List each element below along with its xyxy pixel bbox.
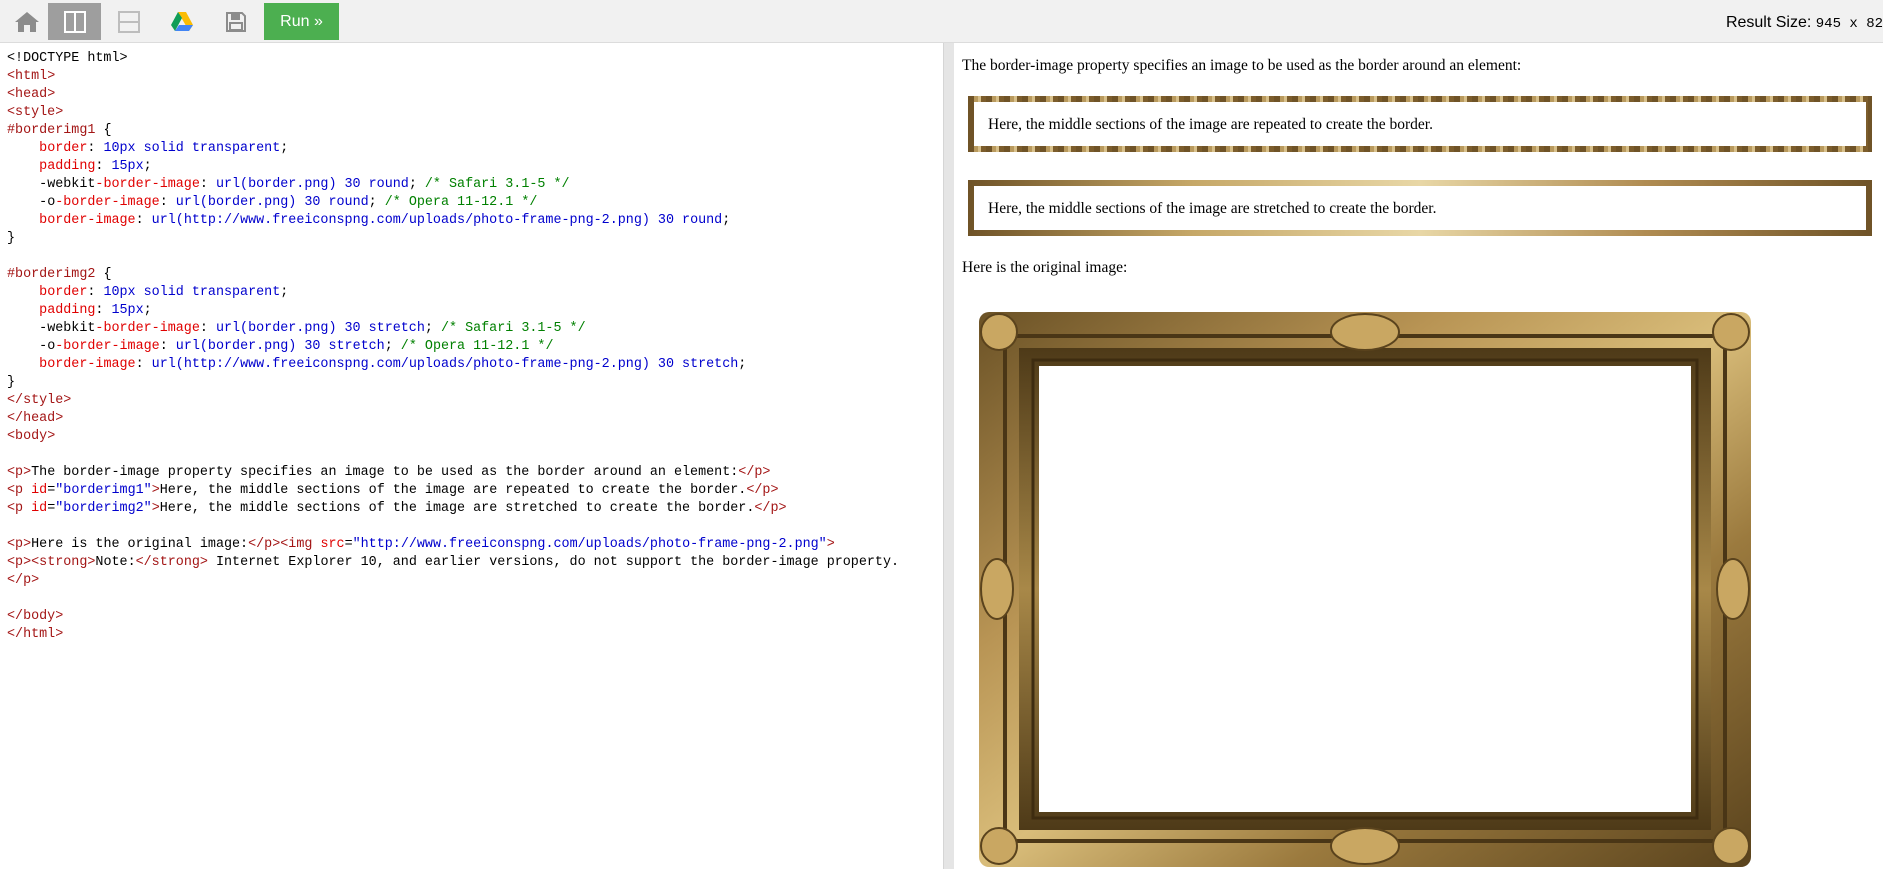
code-line[interactable]: #borderimg2 { <box>7 266 899 284</box>
save-icon <box>225 11 246 32</box>
code-line[interactable] <box>7 446 899 464</box>
border-box-stretch-text: Here, the middle sections of the image a… <box>988 200 1437 217</box>
code-line[interactable]: -webkit-border-image: url(border.png) 30… <box>7 176 899 194</box>
code-line[interactable]: <body> <box>7 428 899 446</box>
code-line[interactable]: border: 10px solid transparent; <box>7 140 899 158</box>
code-line[interactable]: -o-border-image: url(border.png) 30 roun… <box>7 194 899 212</box>
code-line[interactable]: </html> <box>7 626 899 644</box>
border-box-round-text: Here, the middle sections of the image a… <box>988 116 1433 133</box>
layout-vertical-icon <box>63 10 86 33</box>
layout-horizontal-button[interactable] <box>102 3 155 40</box>
home-button[interactable] <box>0 3 53 40</box>
google-drive-button[interactable] <box>155 3 208 40</box>
code-line[interactable] <box>7 590 899 608</box>
layout-vertical-button[interactable] <box>48 3 101 40</box>
code-line[interactable]: <p><strong>Note:</strong> Internet Explo… <box>7 554 899 572</box>
run-button[interactable]: Run » <box>264 3 339 40</box>
code-line[interactable]: <p>The border-image property specifies a… <box>7 464 899 482</box>
result-intro-text: The border-image property specifies an i… <box>962 57 1522 74</box>
code-line[interactable]: </p> <box>7 572 899 590</box>
code-line[interactable]: border-image: url(http://www.freeiconspn… <box>7 212 899 230</box>
code-line[interactable]: </style> <box>7 392 899 410</box>
code-line[interactable]: </body> <box>7 608 899 626</box>
code-line[interactable]: -o-border-image: url(border.png) 30 stre… <box>7 338 899 356</box>
code-line[interactable]: padding: 15px; <box>7 302 899 320</box>
result-size-value: 945 x 82 <box>1815 16 1883 32</box>
photo-frame-image <box>979 312 1751 867</box>
layout-horizontal-icon <box>117 10 140 33</box>
home-icon <box>14 11 39 32</box>
toolbar: Run » Result Size: 945 x 82 <box>0 0 1883 43</box>
pane-splitter[interactable] <box>944 43 954 869</box>
original-frame-image <box>975 306 1755 869</box>
border-image-round-box: Here, the middle sections of the image a… <box>968 96 1872 152</box>
result-pane: The border-image property specifies an i… <box>954 43 1883 869</box>
border-image-stretch-box: Here, the middle sections of the image a… <box>968 180 1872 236</box>
code-line[interactable]: } <box>7 374 899 392</box>
code-editor[interactable]: <!DOCTYPE html> <html> <head> <style> #borde… <box>0 43 944 869</box>
result-size: Result Size: 945 x 82 <box>1726 14 1883 32</box>
code-line[interactable]: border-image: url(http://www.freeiconspn… <box>7 356 899 374</box>
code-line[interactable]: <p>Here is the original image:</p><img s… <box>7 536 899 554</box>
code-line[interactable]: <html> <box>7 68 899 86</box>
code-line[interactable] <box>7 518 899 536</box>
code-line[interactable] <box>7 248 899 266</box>
code-line[interactable]: padding: 15px; <box>7 158 899 176</box>
code-line[interactable]: </head> <box>7 410 899 428</box>
google-drive-icon <box>170 11 193 31</box>
code-line[interactable]: #borderimg1 { <box>7 122 899 140</box>
result-size-label: Result Size: <box>1725 14 1812 31</box>
code-line[interactable]: <p id="borderimg1">Here, the middle sect… <box>7 482 899 500</box>
code-content[interactable]: <!DOCTYPE html> <html> <head> <style> #borde… <box>7 50 899 644</box>
code-line[interactable]: <style> <box>7 104 899 122</box>
code-line[interactable]: <head> <box>7 86 899 104</box>
code-line[interactable]: <p id="borderimg2">Here, the middle sect… <box>7 500 899 518</box>
original-image-label: Here is the original image: <box>962 259 1128 276</box>
code-line[interactable]: <!DOCTYPE html> <box>7 50 899 68</box>
code-line[interactable]: } <box>7 230 899 248</box>
save-button[interactable] <box>209 3 262 40</box>
code-line[interactable]: -webkit-border-image: url(border.png) 30… <box>7 320 899 338</box>
code-line[interactable]: border: 10px solid transparent; <box>7 284 899 302</box>
